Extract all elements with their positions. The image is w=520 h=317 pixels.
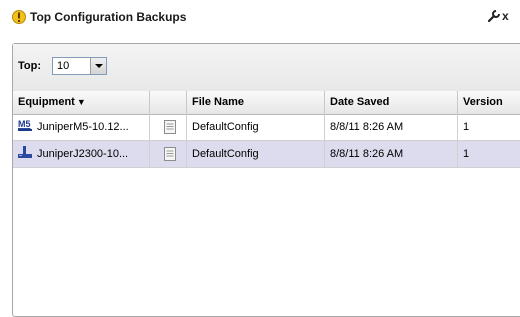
file-name-cell: DefaultConfig: [187, 141, 325, 167]
column-header-label: Equipment: [18, 96, 75, 108]
column-header-file-name[interactable]: File Name: [187, 91, 325, 114]
portlet-title: Top Configuration Backups: [30, 10, 187, 24]
date-saved-cell: 8/8/11 8:26 AM: [325, 141, 458, 167]
document-icon[interactable]: [164, 120, 176, 134]
toolbar: Top: 10: [13, 44, 520, 92]
wrench-icon[interactable]: [488, 10, 500, 22]
column-header-date-saved[interactable]: Date Saved: [325, 91, 458, 114]
router-j2300-icon: [18, 146, 32, 159]
close-icon[interactable]: x: [502, 9, 509, 23]
file-name-cell: DefaultConfig: [187, 114, 325, 140]
version-cell: 1: [463, 148, 470, 160]
header-tools: x: [488, 9, 520, 27]
router-icon-label: M5: [18, 119, 31, 129]
date-saved-cell: 8/8/11 8:26 AM: [325, 114, 458, 140]
portlet-header: Top Configuration Backups x: [0, 0, 520, 36]
top-count-value: 10: [57, 60, 70, 72]
equipment-name: JuniperJ2300-10...: [37, 148, 129, 160]
table-row[interactable]: JuniperJ2300-10... DefaultConfig 8/8/11 …: [13, 141, 520, 168]
config-file-cell: [150, 114, 187, 140]
config-file-cell: [150, 141, 187, 167]
backups-panel: Top: 10 Equipment ▼ File Name Date Saved …: [12, 43, 520, 317]
top-count-select[interactable]: 10: [52, 57, 107, 75]
equipment-cell: JuniperJ2300-10...: [13, 141, 150, 167]
router-m5-icon: M5: [18, 119, 32, 132]
table-row[interactable]: M5 JuniperM5-10.12... DefaultConfig 8/8/…: [13, 114, 520, 141]
sort-descending-icon: ▼: [76, 97, 86, 107]
backup-warning-icon: [12, 10, 26, 24]
column-header-icon[interactable]: [150, 91, 187, 114]
column-header-equipment[interactable]: Equipment ▼: [13, 91, 150, 114]
table-header: Equipment ▼ File Name Date Saved Version: [13, 91, 520, 115]
document-icon[interactable]: [164, 147, 176, 161]
chevron-down-icon[interactable]: [90, 58, 106, 74]
equipment-cell: M5 JuniperM5-10.12...: [13, 114, 150, 140]
column-header-version[interactable]: Version: [458, 91, 520, 114]
equipment-name: JuniperM5-10.12...: [37, 121, 129, 133]
version-cell: 1: [463, 121, 470, 133]
top-label: Top:: [18, 60, 42, 72]
